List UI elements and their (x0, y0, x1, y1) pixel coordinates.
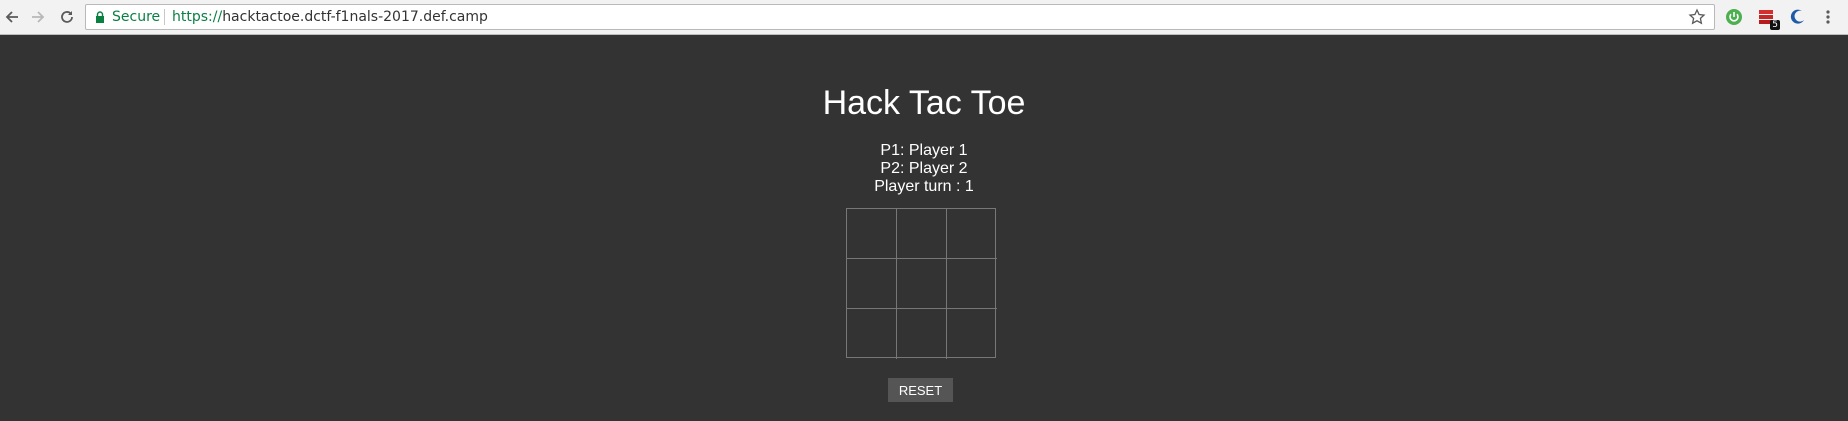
player-info: P1: Player 1 P2: Player 2 Player turn : … (0, 142, 1848, 196)
browser-toolbar: Secure https://hacktactoe.dctf-f1nals-20… (0, 0, 1848, 35)
extension-green-button[interactable] (1723, 6, 1745, 28)
board-cell[interactable] (847, 309, 897, 359)
board-cell[interactable] (947, 209, 997, 259)
board-cell[interactable] (947, 259, 997, 309)
board-cell[interactable] (897, 259, 947, 309)
lock-icon (96, 11, 104, 23)
address-bar[interactable]: Secure https://hacktactoe.dctf-f1nals-20… (85, 4, 1715, 30)
player2-label: P2: Player 2 (880, 160, 968, 177)
browser-menu-button[interactable] (1817, 6, 1839, 28)
player1-label: P1: Player 1 (880, 142, 968, 159)
more-vertical-icon (1826, 10, 1830, 24)
player-turn-label: Player turn : 1 (874, 178, 974, 195)
board-cell[interactable] (847, 209, 897, 259)
reload-button[interactable] (55, 5, 79, 29)
url-scheme: https:// (172, 9, 223, 25)
crescent-icon (1790, 9, 1804, 24)
arrow-left-icon (5, 11, 18, 23)
arrow-right-icon (32, 11, 45, 23)
extension-stack-button[interactable]: 5 (1755, 6, 1780, 30)
page-title: Hack Tac Toe (822, 84, 1026, 122)
forward-button[interactable] (26, 5, 50, 29)
extension-moon-button[interactable] (1787, 6, 1809, 28)
extension-badge: 5 (1770, 20, 1780, 30)
back-button[interactable] (0, 5, 24, 29)
board-cell[interactable] (947, 309, 997, 359)
url-host: hacktactoe.dctf-f1nals-2017.def.camp (222, 9, 488, 25)
security-label: Secure (112, 9, 161, 25)
game-board (846, 208, 997, 359)
url-text[interactable]: https://hacktactoe.dctf-f1nals-2017.def.… (172, 9, 488, 25)
omnibox-divider (164, 9, 165, 25)
board-cell[interactable] (847, 259, 897, 309)
power-icon (1726, 9, 1742, 25)
reset-button[interactable]: RESET (888, 378, 953, 402)
bookmark-star-icon[interactable] (1688, 8, 1706, 26)
reload-icon (61, 11, 73, 23)
board-cell[interactable] (897, 309, 947, 359)
board-cell[interactable] (897, 209, 947, 259)
